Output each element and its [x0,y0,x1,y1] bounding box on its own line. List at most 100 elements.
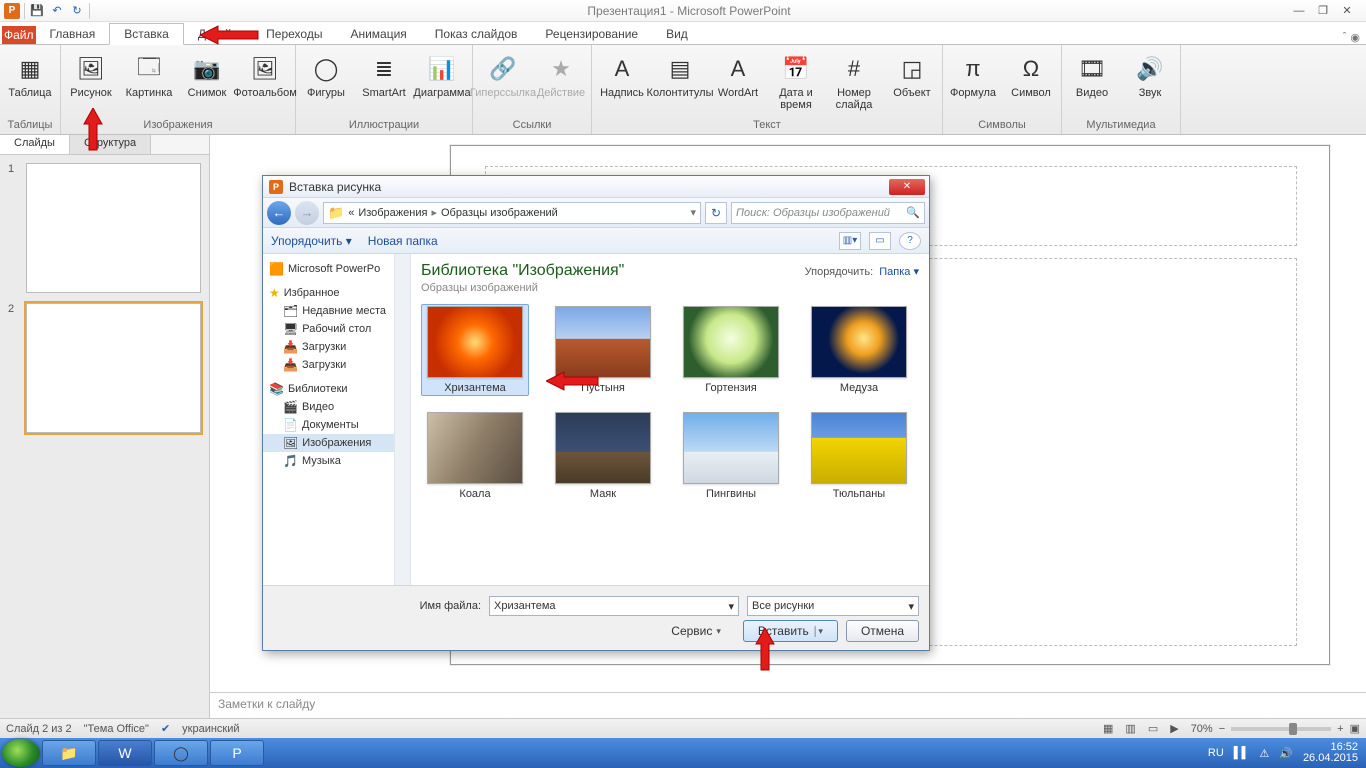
search-input[interactable]: Поиск: Образцы изображений 🔍 [731,202,925,224]
tree-item[interactable]: 📄Документы [263,416,410,434]
help-icon[interactable]: ◉ [1350,31,1360,44]
tray-flag-icon[interactable]: ▌▌ [1234,747,1250,759]
ribbon-button[interactable]: AНадпись [594,49,650,99]
ribbon-button[interactable]: ◲Объект [884,49,940,99]
taskbar-powerpoint[interactable]: P [210,740,264,766]
tree-item[interactable]: ★Избранное [263,284,410,302]
tree-item[interactable]: 🗂Недавние места [263,302,410,320]
tree-item[interactable]: 🟧Microsoft PowerPo [263,260,410,278]
restore-button[interactable]: ❐ [1312,3,1334,19]
view-slideshow-icon[interactable]: ▶ [1170,722,1178,735]
file-item[interactable]: Гортензия [677,304,785,396]
tab-file[interactable]: Файл [2,26,36,44]
taskbar-chrome[interactable]: ◯ [154,740,208,766]
tree-label: Документы [302,419,359,431]
file-item[interactable]: Медуза [805,304,913,396]
tree-item[interactable]: 🖼Изображения [263,434,410,452]
ribbon-button[interactable]: 🗔Картинка [121,49,177,99]
zoom-control[interactable]: 70% −+ ▣ [1191,722,1360,735]
ribbon-button[interactable]: ◯Фигуры [298,49,354,99]
tab-slideshow[interactable]: Показ слайдов [421,24,532,44]
tree-item[interactable]: 📥Загрузки [263,338,410,356]
dialog-help-button[interactable]: ? [899,232,921,250]
minimize-button[interactable]: — [1288,3,1310,19]
dialog-close-button[interactable]: ✕ [889,179,925,195]
ribbon-button[interactable]: 📊Диаграмма [414,49,470,99]
refresh-button[interactable]: ↻ [705,202,727,224]
view-normal-icon[interactable]: ▦ [1103,722,1113,735]
ribbon-button[interactable]: ▦Таблица [2,49,58,99]
tray-network-icon[interactable]: ⚠ [1259,747,1269,760]
slide-thumb[interactable]: 1 [8,163,201,293]
breadcrumb[interactable]: 📁 « Изображения ▸ Образцы изображений ▾ [323,202,701,224]
nav-forward-button[interactable]: → [295,201,319,225]
nav-back-button[interactable]: ← [267,201,291,225]
tree-scrollbar[interactable] [394,254,410,585]
taskbar-word[interactable]: W [98,740,152,766]
filename-field[interactable]: Хризантема▾ [489,596,739,616]
new-folder-button[interactable]: Новая папка [368,234,438,248]
ribbon-minimize-icon[interactable]: ˆ [1343,31,1347,44]
tree-item[interactable]: 🎬Видео [263,398,410,416]
ribbon-button[interactable]: 🎞Видео [1064,49,1120,99]
redo-icon[interactable]: ↻ [69,3,85,19]
filetype-field[interactable]: Все рисунки▾ [747,596,919,616]
ribbon-label: Символ [1011,87,1051,99]
close-button[interactable]: ✕ [1336,3,1358,19]
tab-view[interactable]: Вид [652,24,702,44]
notes-pane[interactable]: Заметки к слайду [210,692,1366,718]
chevron-down-icon[interactable]: ▾ [690,206,696,219]
tab-review[interactable]: Рецензирование [531,24,652,44]
tools-menu[interactable]: Сервис ▾ [657,620,735,642]
ribbon-button[interactable]: 📷Снимок [179,49,235,99]
breadcrumb-item[interactable]: Изображения [358,207,427,219]
ribbon-group-label: Таблицы [8,117,53,134]
ribbon-label: Формула [950,87,996,99]
status-language[interactable]: украинский [182,723,239,735]
tab-animation[interactable]: Анимация [336,24,420,44]
file-item[interactable]: Коала [421,410,529,502]
start-button[interactable] [2,739,40,767]
fit-window-icon[interactable]: ▣ [1350,722,1360,735]
view-sorter-icon[interactable]: ▥ [1125,722,1135,735]
breadcrumb-item[interactable]: Образцы изображений [441,207,558,219]
side-tab-slides[interactable]: Слайды [0,135,70,154]
ribbon-button[interactable]: AWordArt [710,49,766,99]
folder-icon: 🖥 [283,322,298,336]
view-mode-button[interactable]: ▥▾ [839,232,861,250]
ribbon-label: Видео [1076,87,1108,99]
tree-item[interactable]: 🎵Музыка [263,452,410,470]
ribbon-icon: Ω [1015,53,1047,85]
save-icon[interactable]: 💾 [29,3,45,19]
file-item[interactable]: Маяк [549,410,657,502]
slide-thumb[interactable]: 2 [8,303,201,433]
tree-item[interactable]: 📥Загрузки [263,356,410,374]
ribbon-button[interactable]: ▤Колонтитулы [652,49,708,99]
tab-insert[interactable]: Вставка [109,23,184,45]
breadcrumb-back[interactable]: « [348,207,354,219]
tray-lang[interactable]: RU [1208,747,1224,759]
ribbon-button[interactable]: #Номер слайда [826,49,882,111]
organize-menu[interactable]: Упорядочить ▾ [271,234,352,248]
ribbon-button[interactable]: Ω Символ [1003,49,1059,99]
tree-item[interactable]: 🖥Рабочий стол [263,320,410,338]
sort-control[interactable]: Упорядочить: Папка ▾ [805,265,919,278]
tree-item[interactable]: 📚Библиотеки [263,380,410,398]
ribbon-button[interactable]: 📅Дата и время [768,49,824,111]
view-reading-icon[interactable]: ▭ [1148,722,1158,735]
preview-pane-button[interactable]: ▭ [869,232,891,250]
undo-icon[interactable]: ↶ [49,3,65,19]
ribbon-button[interactable]: πФормула [945,49,1001,99]
tab-transitions[interactable]: Переходы [252,24,336,44]
file-item[interactable]: Пингвины [677,410,785,502]
ribbon-button[interactable]: 🖼Фотоальбом [237,49,293,99]
file-item[interactable]: Тюльпаны [805,410,913,502]
tab-home[interactable]: Главная [36,24,110,44]
tray-volume-icon[interactable]: 🔊 [1279,747,1293,760]
taskbar-explorer[interactable]: 📁 [42,740,96,766]
file-item[interactable]: Хризантема [421,304,529,396]
cancel-button[interactable]: Отмена [846,620,919,642]
ribbon-button[interactable]: 🔊Звук [1122,49,1178,99]
ribbon-button[interactable]: ≣SmartArt [356,49,412,99]
ribbon-button[interactable]: 🖼Рисунок [63,49,119,99]
